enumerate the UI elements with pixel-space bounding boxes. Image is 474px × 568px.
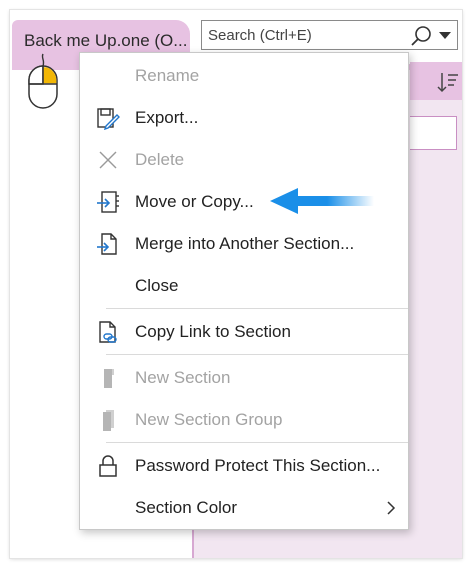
section-context-menu: Rename Export... Delete Move or Copy... (79, 52, 409, 530)
search-box[interactable]: Search (Ctrl+E) (201, 20, 458, 50)
chevron-down-icon[interactable] (439, 32, 451, 40)
callout-arrow (270, 188, 374, 214)
page-title-box[interactable] (410, 116, 457, 150)
menu-item-label: New Section Group (135, 410, 283, 429)
menu-separator (106, 442, 408, 443)
menu-item-rename[interactable]: Rename (80, 56, 408, 96)
mouse-icon (28, 53, 58, 109)
menu-item-export[interactable]: Export... (80, 98, 408, 138)
pane-divider (192, 530, 194, 558)
lock-icon (99, 455, 117, 477)
menu-item-label: Close (135, 276, 179, 295)
merge-icon (97, 233, 117, 255)
new-section-group-icon (103, 410, 114, 431)
menu-item-new-section-group[interactable]: New Section Group (80, 400, 408, 440)
menu-item-merge[interactable]: Merge into Another Section... (80, 224, 408, 264)
section-tab-label: Back me Up.one (O... (24, 31, 188, 50)
new-section-icon (104, 369, 114, 388)
menu-item-label: Export... (135, 108, 199, 127)
menu-item-close[interactable]: Close (80, 266, 408, 306)
export-icon (97, 108, 120, 130)
delete-x-icon (99, 151, 117, 169)
menu-item-label: New Section (135, 368, 231, 387)
menu-separator (106, 308, 408, 309)
menu-separator (106, 354, 408, 355)
search-placeholder: Search (Ctrl+E) (208, 27, 312, 44)
menu-item-label: Delete (135, 150, 185, 169)
search-icon[interactable] (409, 24, 433, 48)
move-copy-icon (97, 191, 119, 213)
menu-item-password-protect[interactable]: Password Protect This Section... (80, 446, 408, 486)
menu-item-label: Rename (135, 66, 200, 85)
menu-item-delete[interactable]: Delete (80, 140, 408, 180)
menu-item-label: Merge into Another Section... (135, 234, 355, 253)
copy-link-icon (99, 321, 117, 343)
menu-item-new-section[interactable]: New Section (80, 358, 408, 398)
menu-item-label: Move or Copy... (135, 192, 254, 211)
menu-item-label: Section Color (135, 498, 238, 517)
menu-item-label: Copy Link to Section (135, 322, 291, 341)
menu-item-section-color[interactable]: Section Color (80, 488, 408, 528)
chevron-right-icon (387, 501, 396, 515)
menu-item-copy-link[interactable]: Copy Link to Section (80, 312, 408, 352)
menu-item-label: Password Protect This Section... (135, 456, 381, 475)
sort-icon[interactable] (436, 70, 460, 94)
